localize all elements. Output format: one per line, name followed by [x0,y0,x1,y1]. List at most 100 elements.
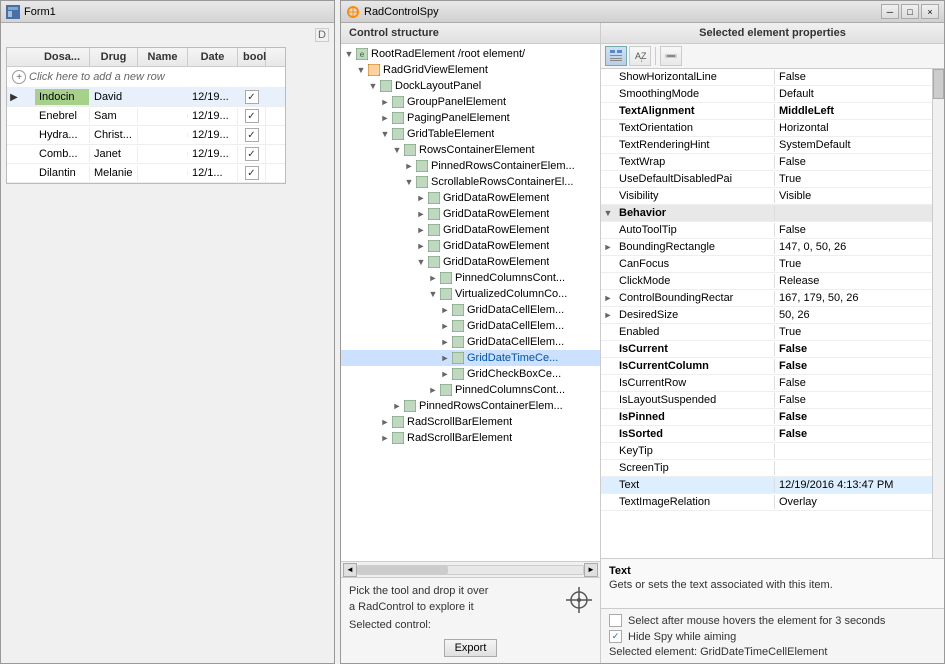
scroll-left-button[interactable]: ◄ [343,563,357,577]
expand-icon-1[interactable]: ▼ [355,65,367,75]
expand-icon-17[interactable]: ► [439,321,451,331]
tree-node-8[interactable]: ▼ ScrollableRowsContainerEl... [341,174,600,190]
expand-icon-14[interactable]: ► [427,273,439,283]
expand-icon-7[interactable]: ► [403,161,415,171]
prop-row-2[interactable]: TextAlignment MiddleLeft [601,103,932,120]
prop-row-14[interactable]: Enabled True [601,324,932,341]
expand-icon-8[interactable]: ▼ [403,177,415,187]
expand-icon-24[interactable]: ► [379,433,391,443]
prop-row-4[interactable]: TextRenderingHint SystemDefault [601,137,932,154]
scrollbar-thumb[interactable] [358,566,448,574]
prop-expand-12[interactable]: ► [601,293,615,303]
expand-icon-12[interactable]: ► [415,241,427,251]
tree-node-14[interactable]: ► PinnedColumnsCont... [341,270,600,286]
expand-icon-4[interactable]: ► [379,113,391,123]
prop-row-5[interactable]: TextWrap False [601,154,932,171]
prop-row-23[interactable]: Text 12/19/2016 4:13:47 PM [601,477,932,494]
tree-node-9[interactable]: ► GridDataRowElement [341,190,600,206]
tree-node-15[interactable]: ▼ VirtualizedColumnCo... [341,286,600,302]
prop-row-17[interactable]: IsCurrentRow False [601,375,932,392]
expand-icon-10[interactable]: ► [415,209,427,219]
prop-row-13[interactable]: ► DesiredSize 50, 26 [601,307,932,324]
crosshair-icon[interactable] [566,587,592,613]
tree-node-4[interactable]: ► PagingPanelElement [341,110,600,126]
prop-row-22[interactable]: ScreenTip [601,460,932,477]
prop-row-19[interactable]: IsPinned False [601,409,932,426]
prop-expand-9[interactable]: ► [601,242,615,252]
expand-icon-11[interactable]: ► [415,225,427,235]
prop-row-9[interactable]: ► BoundingRectangle 147, 0, 50, 26 [601,239,932,256]
prop-row-8[interactable]: AutoToolTip False [601,222,932,239]
tree-node-2[interactable]: ▼ DockLayoutPanel [341,78,600,94]
prop-row-6[interactable]: UseDefaultDisabledPai True [601,171,932,188]
prop-row-11[interactable]: ClickMode Release [601,273,932,290]
tree-node-24[interactable]: ► RadScrollBarElement [341,430,600,446]
prop-row-20[interactable]: IsSorted False [601,426,932,443]
table-row[interactable]: Comb... Janet 12/19... ✓ [7,145,285,164]
tree-node-18[interactable]: ► GridDataCellElem... [341,334,600,350]
tree-node-root[interactable]: ▼ e RootRadElement /root element/ [341,46,600,62]
prop-row-10[interactable]: CanFocus True [601,256,932,273]
tree-node-20[interactable]: ► GridCheckBoxCe... [341,366,600,382]
tree-content[interactable]: ▼ e RootRadElement /root element/ ▼ RadG… [341,44,600,561]
scrollbar-thumb[interactable] [933,69,944,99]
prop-row-0[interactable]: ShowHorizontalLine False [601,69,932,86]
prop-row-24[interactable]: TextImageRelation Overlay [601,494,932,511]
expand-icon-20[interactable]: ► [439,369,451,379]
prop-row-18[interactable]: IsLayoutSuspended False [601,392,932,409]
expand-icon-19[interactable]: ► [439,353,451,363]
collapse-btn[interactable]: D [315,28,329,42]
props-extra-button[interactable] [660,46,682,66]
prop-expand-13[interactable]: ► [601,310,615,320]
tree-node-7[interactable]: ► PinnedRowsContainerElem... [341,158,600,174]
expand-icon-22[interactable]: ► [391,401,403,411]
table-row[interactable]: Dilantin Melanie 12/1... ✓ [7,164,285,183]
tree-node-6[interactable]: ▼ RowsContainerElement [341,142,600,158]
expand-icon-15[interactable]: ▼ [427,289,439,299]
tree-scrollbar[interactable] [357,565,584,575]
col-header-name[interactable]: Name [138,48,188,66]
scroll-right-button[interactable]: ► [584,563,598,577]
tree-node-11[interactable]: ► GridDataRowElement [341,222,600,238]
tree-node-3[interactable]: ► GroupPanelElement [341,94,600,110]
grid-add-row[interactable]: + Click here to add a new row [7,67,285,88]
tree-node-23[interactable]: ► RadScrollBarElement [341,414,600,430]
prop-row-1[interactable]: SmoothingMode Default [601,86,932,103]
table-row[interactable]: ▶ Indocin David 12/19... ✓ [7,88,285,107]
expand-icon-5[interactable]: ▼ [379,129,391,139]
expand-icon-13[interactable]: ▼ [415,257,427,267]
table-row[interactable]: Enebrel Sam 12/19... ✓ [7,107,285,126]
tree-node-1[interactable]: ▼ RadGridViewElement [341,62,600,78]
tree-node-16[interactable]: ► GridDataCellElem... [341,302,600,318]
prop-row-16[interactable]: IsCurrentColumn False [601,358,932,375]
expand-icon-23[interactable]: ► [379,417,391,427]
expand-icon-0[interactable]: ▼ [343,49,355,59]
tree-node-22[interactable]: ► PinnedRowsContainerElem... [341,398,600,414]
col-header-dosa[interactable]: Dosa... [35,48,90,66]
expand-icon-2[interactable]: ▼ [367,81,379,91]
tree-node-5[interactable]: ▼ GridTableElement [341,126,600,142]
hover-checkbox[interactable] [609,614,622,627]
tree-node-21[interactable]: ► PinnedColumnsCont... [341,382,600,398]
expand-icon-9[interactable]: ► [415,193,427,203]
close-button[interactable]: × [921,4,939,19]
prop-row-7[interactable]: Visibility Visible [601,188,932,205]
prop-row-21[interactable]: KeyTip [601,443,932,460]
prop-row-15[interactable]: IsCurrent False [601,341,932,358]
export-button[interactable]: Export [444,639,498,657]
tree-node-19[interactable]: ► GridDateTimeCe... [341,350,600,366]
prop-row-12[interactable]: ► ControlBoundingRectar 167, 179, 50, 26 [601,290,932,307]
expand-icon-18[interactable]: ► [439,337,451,347]
props-scrollbar[interactable] [932,69,944,558]
minimize-button[interactable]: ─ [881,4,899,19]
col-header-bool[interactable]: bool [238,48,266,66]
expand-icon-21[interactable]: ► [427,385,439,395]
col-header-drug[interactable]: Drug [90,48,138,66]
tree-node-12[interactable]: ► GridDataRowElement [341,238,600,254]
sort-category-button[interactable] [605,46,627,66]
tree-node-13[interactable]: ▼ GridDataRowElement [341,254,600,270]
tree-node-17[interactable]: ► GridDataCellElem... [341,318,600,334]
tree-node-10[interactable]: ► GridDataRowElement [341,206,600,222]
expand-icon-3[interactable]: ► [379,97,391,107]
sort-alpha-button[interactable]: AZ ↓ [629,46,651,66]
